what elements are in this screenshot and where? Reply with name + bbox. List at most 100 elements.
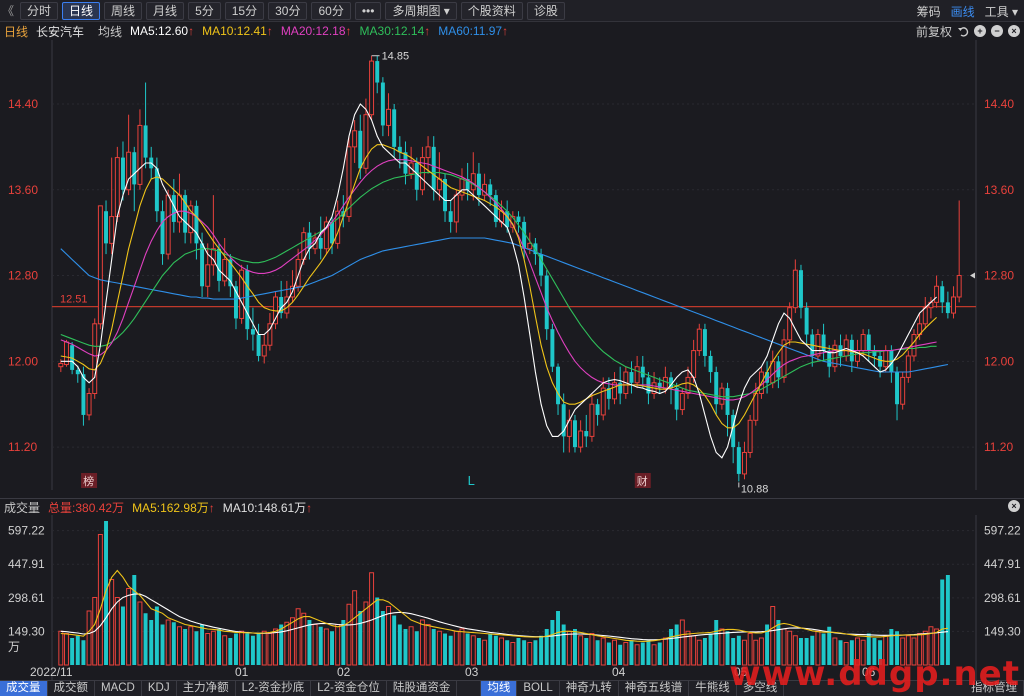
volume-bar xyxy=(154,606,159,665)
candle-body xyxy=(911,334,917,357)
tab-weekly[interactable]: 周线 xyxy=(104,1,143,20)
volume-bar xyxy=(149,620,154,665)
tab-15min[interactable]: 15分 xyxy=(224,1,265,20)
tab-five-lines[interactable]: 神奇五线谱 xyxy=(619,681,690,696)
zoom-out-icon[interactable]: − xyxy=(991,25,1003,37)
chip-distribution-button[interactable]: 筹码 xyxy=(917,3,941,20)
candle-body xyxy=(815,334,821,357)
volume-bar xyxy=(239,630,245,666)
vol-x-label: 01 xyxy=(235,665,249,679)
vol-y-tick-left: 447.91 xyxy=(8,557,45,571)
diagnose-button[interactable]: 诊股 xyxy=(526,1,565,20)
candlestick-chart[interactable]: 14.40 14.40 13.60 13.60 12.80 12.80 12.00 12.00… xyxy=(0,40,1024,498)
volume-bar xyxy=(550,620,555,665)
ma20-line xyxy=(60,159,937,401)
candle-body xyxy=(386,108,392,126)
ma10-line xyxy=(60,144,937,429)
tab-kdj[interactable]: KDJ xyxy=(142,681,177,696)
close-icon[interactable]: × xyxy=(1008,25,1020,37)
candle-body xyxy=(798,270,803,308)
tab-boll[interactable]: BOLL xyxy=(517,681,560,696)
volume-bar xyxy=(86,610,92,666)
candle-body xyxy=(753,392,759,421)
adjust-mode-button[interactable]: 前复权 xyxy=(916,23,952,40)
volume-bar xyxy=(335,624,341,666)
y-tick-right: 12.80 xyxy=(984,269,1014,283)
period-toolbar: 《 分时 日线 周线 月线 5分 15分 30分 60分 ••• 多周期图 ▾ … xyxy=(0,0,1024,22)
vol-y-tick-left: 万 xyxy=(8,640,20,654)
volume-bar xyxy=(63,633,69,666)
volume-bar xyxy=(188,626,194,666)
y-tick-left: 12.80 xyxy=(8,269,38,283)
tab-daily[interactable]: 日线 xyxy=(62,1,101,20)
y-tick-right: 12.00 xyxy=(984,354,1014,368)
tab-60min[interactable]: 60分 xyxy=(311,1,351,20)
volume-bar xyxy=(651,644,657,666)
volume-bar xyxy=(561,624,566,665)
volume-bar xyxy=(120,606,125,665)
ma-label[interactable]: 均线 xyxy=(98,23,122,40)
zoom-in-icon[interactable]: + xyxy=(974,25,986,37)
tab-turnover[interactable]: 成交额 xyxy=(48,681,95,696)
tab-5min[interactable]: 5分 xyxy=(188,1,221,20)
tab-td9[interactable]: 神奇九转 xyxy=(560,681,619,696)
volume-bar xyxy=(623,642,629,666)
vol-x-label: 02 xyxy=(337,665,351,679)
tab-30min[interactable]: 30分 xyxy=(268,1,308,20)
volume-bar xyxy=(267,633,273,666)
volume-bar xyxy=(662,637,668,666)
candle-body xyxy=(702,329,707,356)
ma-lines xyxy=(60,103,949,459)
more-periods-button[interactable]: ••• xyxy=(354,1,382,20)
volume-bar xyxy=(533,640,538,665)
volume-close-icon[interactable]: × xyxy=(1008,500,1020,512)
candle-body xyxy=(843,339,849,357)
volume-bar xyxy=(510,642,516,666)
tab-ma[interactable]: 均线 xyxy=(481,681,518,696)
candle-body xyxy=(956,275,962,298)
multi-period-dropdown[interactable]: 多周期图 ▾ xyxy=(385,1,457,20)
collapse-icon[interactable]: 《 xyxy=(0,2,16,19)
marker-bang: 榜 xyxy=(83,474,94,488)
stock-name[interactable]: 长安汽车 xyxy=(36,23,84,40)
vol-x-label: 2022/11 xyxy=(30,665,73,679)
undo-icon[interactable] xyxy=(957,25,969,37)
candle-body xyxy=(217,248,222,281)
volume-bar xyxy=(114,597,120,666)
candle-body xyxy=(114,157,120,218)
tools-dropdown[interactable]: 工具 ▾ xyxy=(985,3,1018,20)
volume-bar xyxy=(488,633,493,665)
candle-body xyxy=(392,109,397,147)
tab-monthly[interactable]: 月线 xyxy=(146,1,185,20)
volume-bar xyxy=(352,590,358,666)
candle-body xyxy=(109,216,115,244)
volume-bar xyxy=(719,628,725,666)
volume-bar xyxy=(273,628,279,666)
candle-body xyxy=(883,350,889,368)
volume-bar xyxy=(369,572,375,666)
tab-volume[interactable]: 成交量 xyxy=(0,681,48,696)
volume-bar xyxy=(284,621,290,666)
volume-bar xyxy=(245,633,250,665)
y-tick-right: 13.60 xyxy=(984,183,1014,197)
tab-main-net[interactable]: 主力净额 xyxy=(177,681,236,696)
candle-body xyxy=(895,372,900,405)
tab-northbound[interactable]: 陆股通资金 xyxy=(387,681,458,696)
volume-label[interactable]: 成交量 xyxy=(4,499,40,516)
volume-bar xyxy=(228,638,233,665)
ma30-value: MA30:12.14↑ xyxy=(359,24,431,38)
tab-intraday[interactable]: 分时 xyxy=(20,1,59,20)
tab-l2-position[interactable]: L2-资金仓位 xyxy=(311,681,387,696)
stock-profile-button[interactable]: 个股资料 xyxy=(460,1,523,20)
volume-bars xyxy=(58,521,950,666)
volume-bar xyxy=(505,640,510,665)
tab-macd[interactable]: MACD xyxy=(95,681,142,696)
draw-line-button[interactable]: 画线 xyxy=(951,3,975,20)
vol-y-tick-right: 298.61 xyxy=(984,591,1021,605)
volume-bar xyxy=(431,629,436,665)
tab-l2-bottom[interactable]: L2-资金抄底 xyxy=(236,681,312,696)
volume-bar xyxy=(256,633,261,665)
ma5-value: MA5:12.60↑ xyxy=(130,24,195,38)
candle-body xyxy=(878,355,883,367)
volume-bar xyxy=(589,633,595,666)
